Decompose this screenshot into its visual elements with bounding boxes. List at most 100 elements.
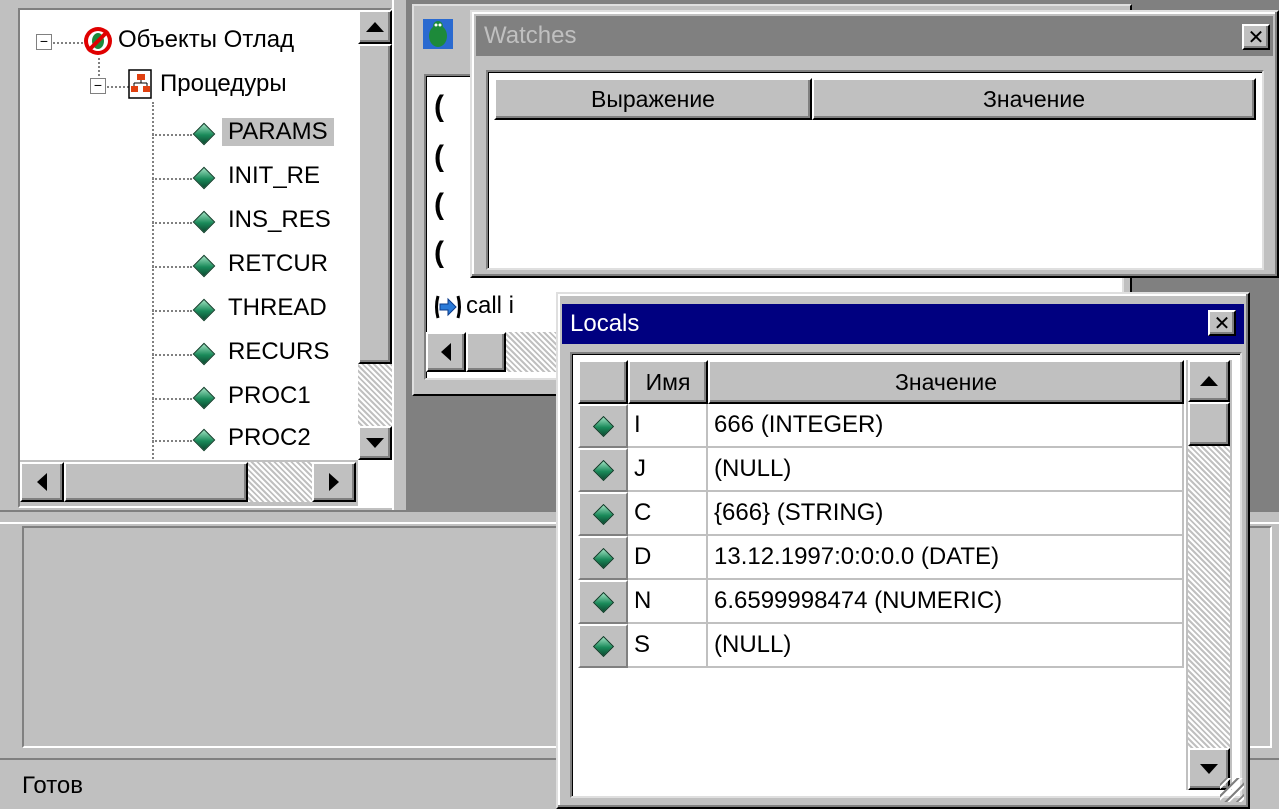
tree-item-label: RETCUR [228, 250, 328, 277]
locals-titlebar[interactable]: Locals [562, 304, 1244, 344]
procedure-icon [192, 386, 216, 410]
scroll-thumb[interactable] [64, 462, 248, 502]
scroll-down-button[interactable] [358, 426, 392, 460]
variable-icon [592, 459, 614, 481]
scroll-up-button[interactable] [1188, 360, 1230, 402]
tree-horizontal-scrollbar[interactable] [20, 460, 358, 506]
watches-title: Watches [484, 22, 577, 49]
locals-vertical-scrollbar[interactable] [1186, 360, 1232, 790]
local-value: 6.6599998474 (NUMERIC) [708, 580, 1184, 624]
local-value: (NULL) [708, 448, 1184, 492]
procedure-icon [192, 342, 216, 366]
root-collapse-toggle[interactable]: − [36, 34, 52, 50]
tree-item-proc2[interactable]: PROC2 [152, 420, 358, 460]
code-line-marker: ( [434, 236, 444, 269]
code-line-marker: ( [434, 188, 444, 221]
scroll-right-button[interactable] [312, 462, 356, 502]
locals-header-name[interactable]: Имя [628, 360, 708, 404]
watches-header-value[interactable]: Значение [812, 78, 1256, 120]
watches-titlebar[interactable]: Watches [476, 16, 1273, 56]
tree-item-label: RECURS [228, 338, 330, 365]
tree-item-label: PARAMS [222, 118, 334, 146]
variable-icon [592, 635, 614, 657]
procedure-icon [192, 166, 216, 190]
procedures-folder-icon [126, 68, 156, 100]
table-row[interactable]: S (NULL) [578, 624, 1184, 668]
watches-close-button[interactable]: ✕ [1242, 24, 1270, 50]
tree-item-ins-res[interactable]: INS_RES [152, 202, 358, 242]
table-row[interactable]: J (NULL) [578, 448, 1184, 492]
local-value: 666 (INTEGER) [708, 404, 1184, 448]
local-name: N [628, 580, 708, 624]
local-name: J [628, 448, 708, 492]
debug-objects-icon [82, 25, 114, 57]
code-line-marker: ( [434, 90, 444, 123]
tree-item-init-re[interactable]: INIT_RE [152, 158, 358, 198]
object-tree-panel: − Объекты Отлад − Процедуры PARAMS INIT_… [18, 8, 392, 508]
locals-header-value[interactable]: Значение [708, 360, 1184, 404]
tree-content: − Объекты Отлад − Процедуры PARAMS INIT_… [20, 10, 358, 460]
code-window-icon [420, 16, 456, 52]
table-row[interactable]: N 6.6599998474 (NUMERIC) [578, 580, 1184, 624]
tree-item-recurs[interactable]: RECURS [152, 334, 358, 374]
locals-header-corner [578, 360, 628, 404]
tree-item-label: THREAD [228, 294, 327, 321]
locals-window: Locals ✕ Имя Значение I 666 (INTEGER) J … [556, 292, 1250, 809]
row-gutter [578, 492, 628, 536]
procedure-icon [192, 298, 216, 322]
variable-icon [592, 547, 614, 569]
table-row[interactable]: D 13.12.1997:0:0:0.0 (DATE) [578, 536, 1184, 580]
watches-window: Watches ✕ Выражение Значение [470, 10, 1279, 278]
status-text: Готов [22, 772, 84, 799]
watches-header-expression[interactable]: Выражение [494, 78, 812, 120]
row-gutter [578, 536, 628, 580]
tree-item-thread[interactable]: THREAD [152, 290, 358, 330]
local-value: {666} (STRING) [708, 492, 1184, 536]
tree-item-label: PROC2 [228, 424, 311, 451]
code-line-marker: ( [434, 140, 444, 173]
tree-root-label[interactable]: Объекты Отлад [118, 26, 294, 54]
procedure-icon [192, 254, 216, 278]
vertical-splitter[interactable] [392, 0, 408, 514]
variable-icon [592, 591, 614, 613]
procedure-icon [192, 428, 216, 452]
locals-grid[interactable]: Имя Значение I 666 (INTEGER) J (NULL) C … [570, 352, 1242, 798]
local-name: S [628, 624, 708, 668]
table-row[interactable]: C {666} (STRING) [578, 492, 1184, 536]
variable-icon [592, 415, 614, 437]
local-name: D [628, 536, 708, 580]
resize-grip[interactable] [1220, 778, 1244, 802]
tree-item-retcur[interactable]: RETCUR [152, 246, 358, 286]
local-value: (NULL) [708, 624, 1184, 668]
tree-item-label: INS_RES [228, 206, 331, 233]
tree-vertical-scrollbar[interactable] [358, 10, 392, 460]
scroll-up-button[interactable] [358, 10, 392, 44]
procedure-icon [192, 122, 216, 146]
tree-item-proc1[interactable]: PROC1 [152, 378, 358, 418]
current-line-arrow-icon [434, 294, 462, 320]
code-current-line: call i [466, 292, 515, 319]
tree-item-label: PROC1 [228, 382, 311, 409]
table-row[interactable]: I 666 (INTEGER) [578, 404, 1184, 448]
tree-item-label: INIT_RE [228, 162, 321, 189]
local-value: 13.12.1997:0:0:0.0 (DATE) [708, 536, 1184, 580]
scroll-thumb[interactable] [466, 332, 506, 372]
locals-title: Locals [570, 310, 640, 337]
tree-item-params[interactable]: PARAMS [152, 114, 358, 154]
local-name: I [628, 404, 708, 448]
variable-icon [592, 503, 614, 525]
procedure-icon [192, 210, 216, 234]
local-name: C [628, 492, 708, 536]
procedures-collapse-toggle[interactable]: − [90, 78, 106, 94]
watches-grid[interactable]: Выражение Значение [486, 70, 1264, 270]
row-gutter [578, 624, 628, 668]
scroll-left-button[interactable] [426, 332, 466, 372]
locals-close-button[interactable]: ✕ [1208, 310, 1236, 336]
row-gutter [578, 580, 628, 624]
row-gutter [578, 448, 628, 492]
tree-procedures-label[interactable]: Процедуры [160, 70, 287, 98]
scroll-thumb[interactable] [1188, 402, 1230, 446]
scroll-thumb[interactable] [358, 44, 392, 364]
scroll-left-button[interactable] [20, 462, 64, 502]
row-gutter [578, 404, 628, 448]
